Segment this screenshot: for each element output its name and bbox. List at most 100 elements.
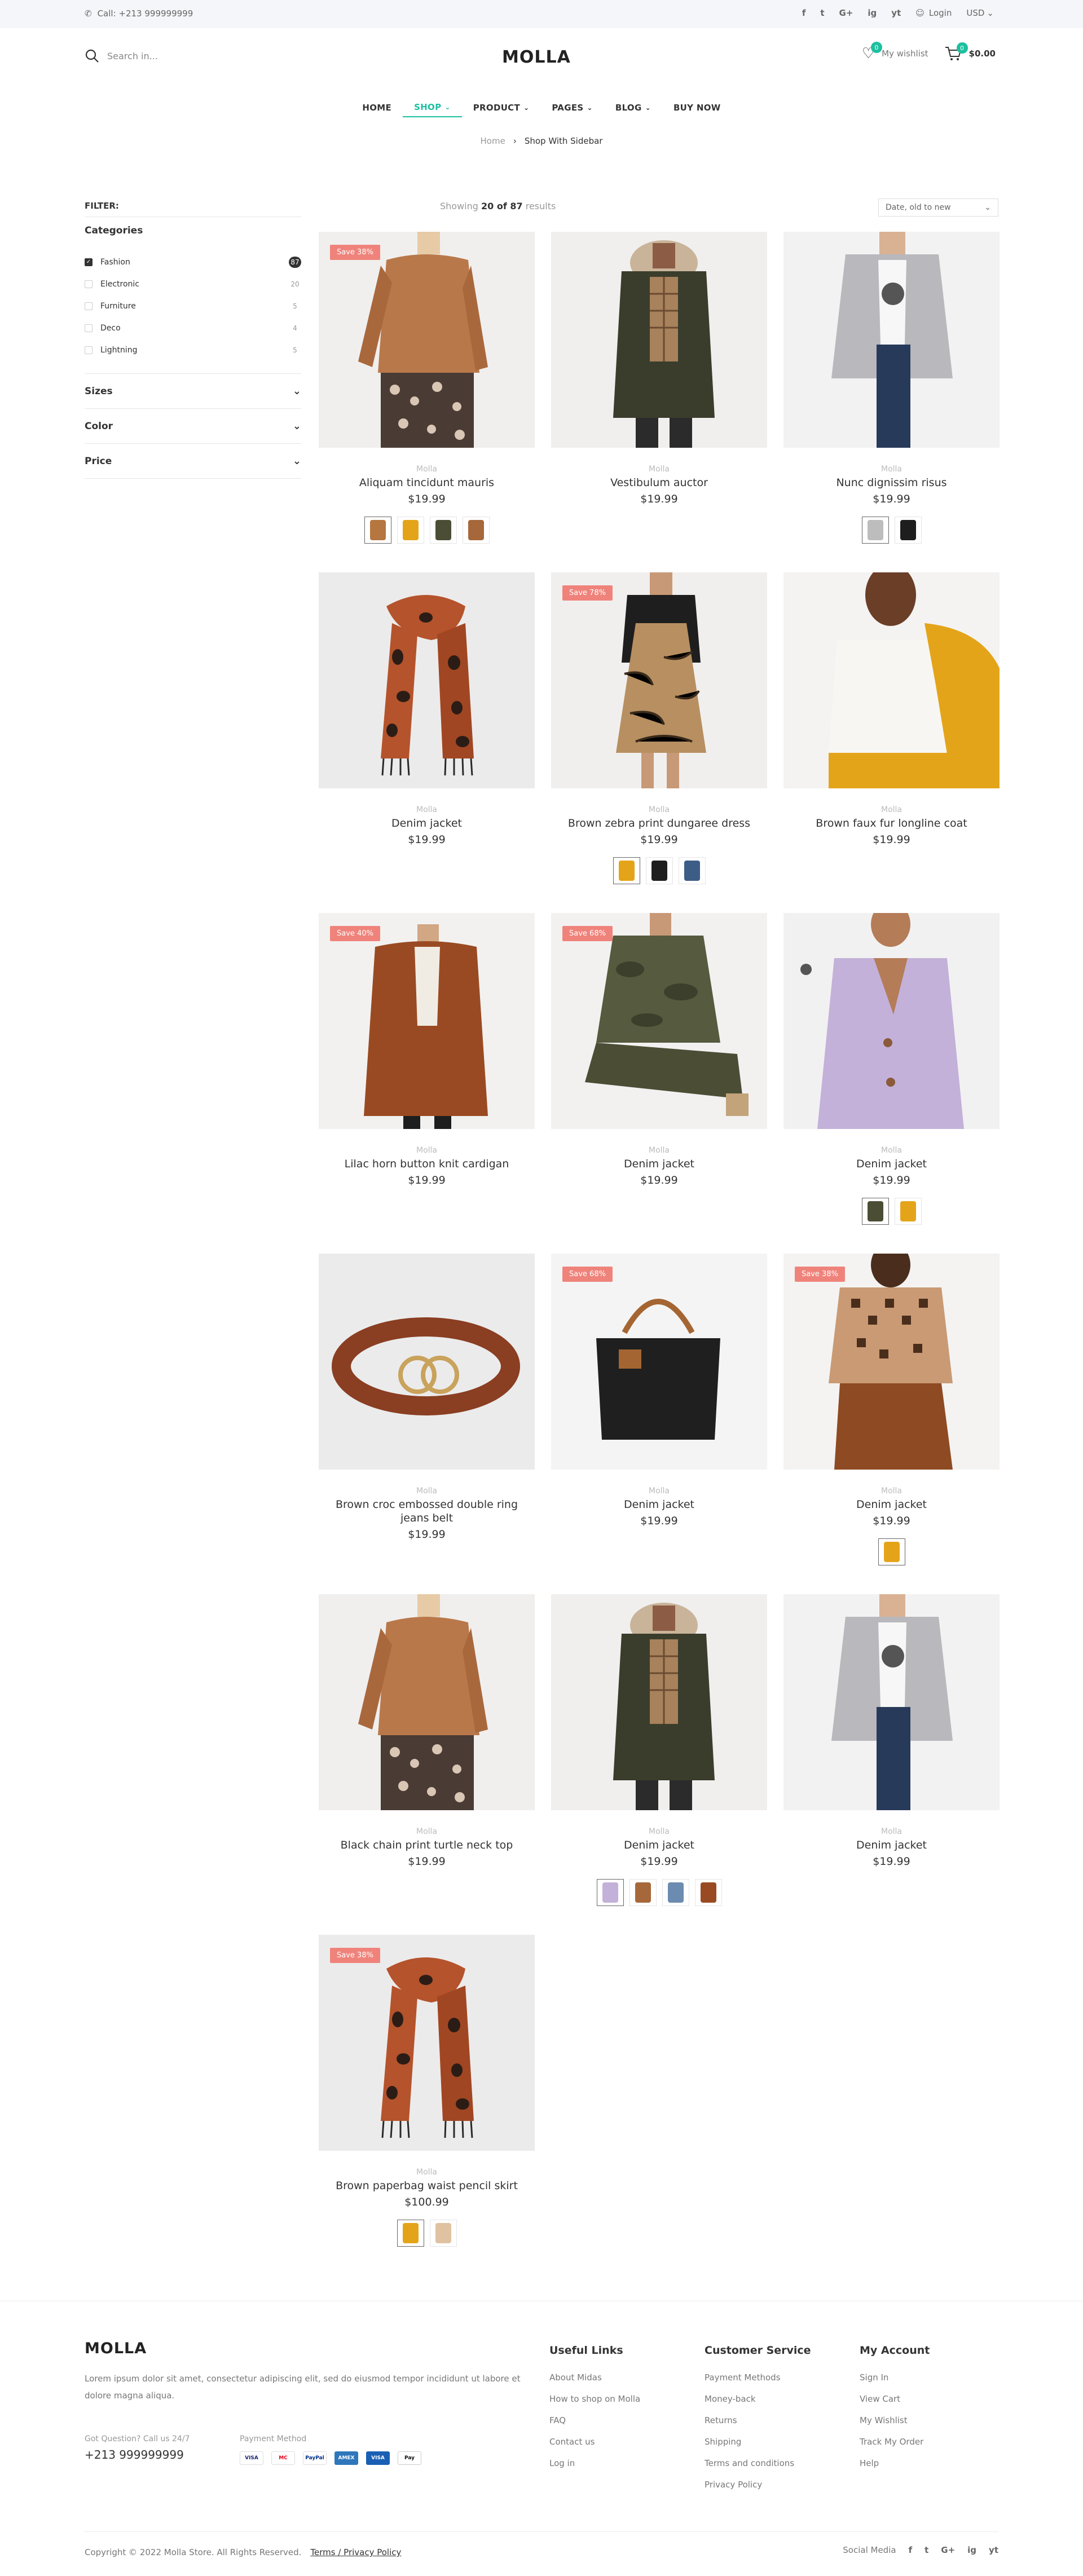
footer-link[interactable]: FAQ <box>549 2410 685 2431</box>
nav-item-pages[interactable]: PAGES ⌄ <box>540 98 604 117</box>
footer-link[interactable]: Shipping <box>705 2431 840 2453</box>
swatch-tan[interactable] <box>629 1879 657 1906</box>
product-card[interactable]: Molla Brown croc embossed double ring jea… <box>319 1254 535 1541</box>
product-image[interactable]: Save 40% <box>319 913 535 1129</box>
swatch-beige[interactable] <box>429 2220 457 2247</box>
footer-link[interactable]: How to shop on Molla <box>549 2388 685 2410</box>
product-brand[interactable]: Molla <box>319 1146 535 1155</box>
categories-title[interactable]: Categories <box>85 224 301 244</box>
product-image[interactable] <box>783 913 1000 1129</box>
nav-item-shop[interactable]: SHOP ⌄ <box>403 98 462 117</box>
category-furniture[interactable]: Furniture 5 <box>85 295 301 317</box>
youtube-icon[interactable]: yt <box>989 2545 998 2555</box>
product-card[interactable]: Molla Denim jacket $19.99 <box>783 913 1000 1225</box>
product-card[interactable]: Save 68% Molla Denim jacket $19.99 <box>551 1254 767 1527</box>
product-image[interactable] <box>551 1594 767 1810</box>
product-name[interactable]: Black chain print turtle neck top <box>319 1838 535 1852</box>
footer-link[interactable]: My Wishlist <box>860 2410 995 2431</box>
swatch-coat[interactable] <box>364 517 391 544</box>
footer-logo[interactable]: MOLLA <box>85 2340 147 2357</box>
category-fashion[interactable]: ✓ Fashion 87 <box>85 251 301 273</box>
footer-link[interactable]: Privacy Policy <box>705 2474 840 2495</box>
product-brand[interactable]: Molla <box>319 2168 535 2177</box>
product-card[interactable]: Molla Black chain print turtle neck top $1… <box>319 1594 535 1868</box>
product-brand[interactable]: Molla <box>783 1827 1000 1836</box>
product-image[interactable]: Save 38% <box>783 1254 1000 1470</box>
product-image[interactable] <box>783 1594 1000 1810</box>
nav-item-product[interactable]: PRODUCT ⌄ <box>462 98 541 117</box>
swatch-black[interactable] <box>645 857 673 884</box>
swatch-yellow[interactable] <box>397 517 424 544</box>
category-lightning[interactable]: Lightning 5 <box>85 339 301 361</box>
product-image[interactable] <box>551 232 767 448</box>
breadcrumb-home[interactable]: Home <box>481 136 505 146</box>
category-checkbox[interactable] <box>85 280 93 288</box>
product-name[interactable]: Brown faux fur longline coat <box>783 817 1000 830</box>
product-name[interactable]: Denim jacket <box>783 1157 1000 1171</box>
product-card[interactable]: Molla Nunc dignissim risus $19.99 <box>783 232 1000 544</box>
category-deco[interactable]: Deco 4 <box>85 317 301 339</box>
swatch-blue[interactable] <box>678 857 706 884</box>
product-image[interactable] <box>783 572 1000 788</box>
product-image[interactable] <box>783 232 1000 448</box>
product-brand[interactable]: Molla <box>319 465 535 474</box>
swatch-yellow[interactable] <box>613 857 640 884</box>
product-brand[interactable]: Molla <box>319 1487 535 1496</box>
swatch-black[interactable] <box>894 517 922 544</box>
product-card[interactable]: Save 38% Molla Denim jacket $19.99 <box>783 1254 1000 1565</box>
instagram-icon[interactable]: ig <box>967 2545 976 2555</box>
facebook-icon[interactable]: f <box>909 2545 913 2555</box>
footer-link[interactable]: About Midas <box>549 2367 685 2388</box>
product-brand[interactable]: Molla <box>319 805 535 814</box>
accordion-sizes[interactable]: Sizes ⌄ <box>85 374 301 409</box>
instagram-icon[interactable]: ig <box>868 8 877 18</box>
product-name[interactable]: Brown zebra print dungaree dress <box>551 817 767 830</box>
product-image[interactable]: Save 38% <box>319 232 535 448</box>
product-card[interactable]: Save 38% Molla Brown paperbag waist pencil… <box>319 1935 535 2247</box>
product-name[interactable]: Denim jacket <box>551 1838 767 1852</box>
cart-link[interactable]: 0 $0.00 <box>944 42 996 61</box>
product-name[interactable]: Denim jacket <box>783 1838 1000 1852</box>
footer-link[interactable]: Returns <box>705 2410 840 2431</box>
facebook-icon[interactable]: f <box>802 8 806 18</box>
footer-link[interactable]: View Cart <box>860 2388 995 2410</box>
footer-link[interactable]: Help <box>860 2453 995 2474</box>
product-brand[interactable]: Molla <box>783 1487 1000 1496</box>
footer-phone[interactable]: +213 999999999 <box>85 2448 184 2462</box>
product-card[interactable]: Molla Denim jacket $19.99 <box>783 1594 1000 1868</box>
footer-link[interactable]: Log in <box>549 2453 685 2474</box>
product-name[interactable]: Brown paperbag waist pencil skirt <box>319 2179 535 2193</box>
product-image[interactable]: Save 38% <box>319 1935 535 2151</box>
product-brand[interactable]: Molla <box>783 805 1000 814</box>
twitter-icon[interactable]: t <box>924 2545 928 2555</box>
swatch-lilac[interactable] <box>596 1879 624 1906</box>
swatch-grey[interactable] <box>861 517 889 544</box>
footer-link[interactable]: Track My Order <box>860 2431 995 2453</box>
sort-select[interactable]: Date, old to new ⌄ <box>878 199 998 217</box>
nav-item-home[interactable]: HOME <box>351 98 403 117</box>
category-electronic[interactable]: Electronic 20 <box>85 273 301 295</box>
currency-select[interactable]: USD ⌄ <box>966 8 994 18</box>
swatch-yellow[interactable] <box>894 1198 922 1225</box>
product-card[interactable]: Save 78% Molla Brown zebra print dungaree … <box>551 572 767 884</box>
google-plus-icon[interactable]: G+ <box>941 2545 955 2555</box>
category-checkbox[interactable] <box>85 324 93 332</box>
product-brand[interactable]: Molla <box>319 1827 535 1836</box>
product-image[interactable]: Save 78% <box>551 572 767 788</box>
swatch-yellow[interactable] <box>878 1538 905 1565</box>
product-name[interactable]: Nunc dignissim risus <box>783 476 1000 489</box>
accordion-color[interactable]: Color ⌄ <box>85 409 301 444</box>
swatch-tan[interactable] <box>462 517 490 544</box>
nav-item-buy-now[interactable]: BUY NOW <box>662 98 732 117</box>
logo[interactable]: MOLLA <box>502 47 571 67</box>
product-name[interactable]: Denim jacket <box>319 817 535 830</box>
footer-link[interactable]: Sign In <box>860 2367 995 2388</box>
swatch-olive[interactable] <box>429 517 457 544</box>
product-card[interactable]: Molla Vestibulum auctor $19.99 <box>551 232 767 505</box>
category-checkbox[interactable] <box>85 346 93 354</box>
product-card[interactable]: Save 68% Molla Denim jacket $19.99 <box>551 913 767 1186</box>
product-card[interactable]: Molla Denim jacket $19.99 <box>551 1594 767 1906</box>
footer-link[interactable]: Terms and conditions <box>705 2453 840 2474</box>
product-image[interactable]: Save 68% <box>551 913 767 1129</box>
category-checkbox[interactable] <box>85 302 93 310</box>
